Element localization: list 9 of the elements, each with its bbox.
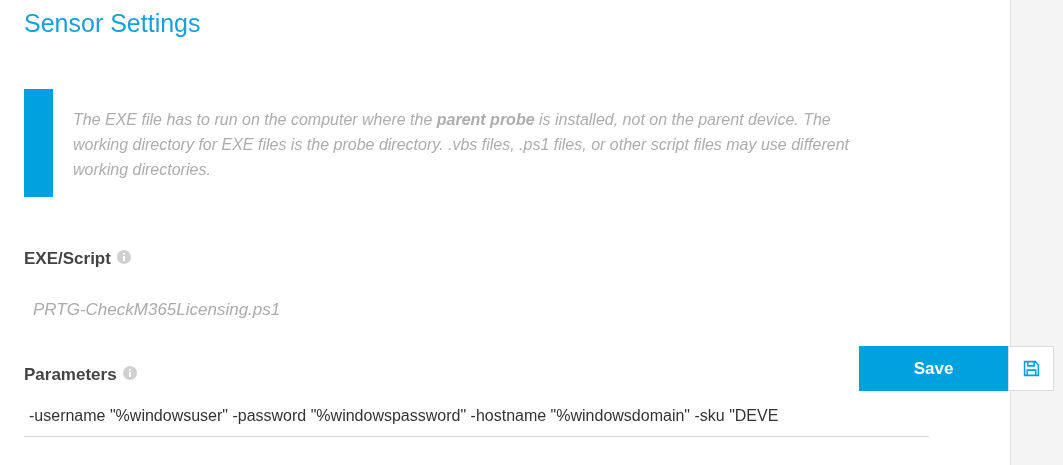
save-icon-button[interactable] xyxy=(1008,346,1054,391)
info-note: The EXE file has to run on the computer where the parent probe is installed, not on the parent device. The working directory for EXE files is the probe directory. .vbs files, .ps1 files, or other script files may use different working directories. xyxy=(73,110,851,180)
field-label: Parameters xyxy=(24,363,117,386)
info-icon xyxy=(116,250,131,264)
field-label: EXE/Script xyxy=(24,248,111,270)
section-title: Sensor Settings xyxy=(24,8,202,39)
parameters-field[interactable]: -username "%windowsuser" -password "%windowspassword" -hostname "%windowsdomain" -sku "DEVE xyxy=(24,403,929,437)
script-value: PRTG-CheckM365Licensing.ps1 xyxy=(33,299,282,321)
info-icon xyxy=(122,365,137,380)
